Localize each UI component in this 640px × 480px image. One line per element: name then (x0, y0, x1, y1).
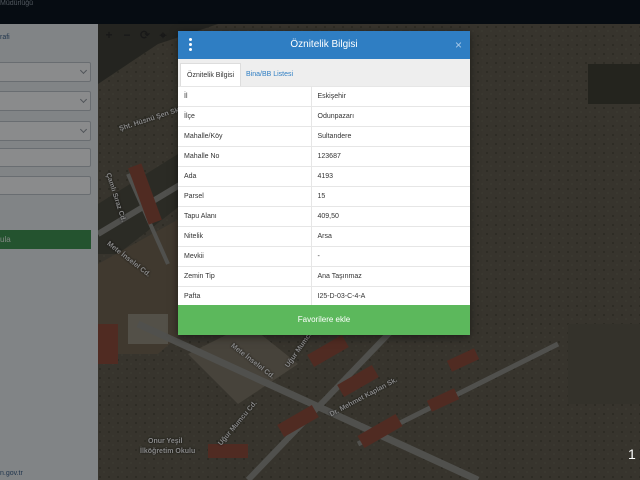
attribute-key: Pafta (178, 286, 312, 307)
add-favorite-button[interactable]: Favorilere ekle (178, 305, 470, 335)
table-row: Mevkii - (178, 246, 470, 267)
attribute-key: Mahalle/Köy (178, 126, 312, 147)
table-row: Mahalle No 123687 (178, 146, 470, 167)
table-row: Ada 4193 (178, 166, 470, 187)
table-row: Tapu Alanı 409,50 (178, 206, 470, 227)
dialog-tabs: Öznitelik Bilgisi Bina/BB Listesi (178, 59, 470, 87)
attribute-value: Arsa (311, 226, 470, 247)
attribute-value: Eskişehir (311, 86, 470, 107)
table-row: Mahalle/Köy Sultandere (178, 126, 470, 147)
attribute-value: Odunpazarı (311, 106, 470, 127)
attribute-key: İlçe (178, 106, 312, 127)
table-row: Nitelik Arsa (178, 226, 470, 247)
table-row: Zemin Tip Ana Taşınmaz (178, 266, 470, 287)
attribute-info-dialog: Öznitelik Bilgisi × Öznitelik Bilgisi Bi… (178, 31, 470, 335)
attribute-value: 123687 (311, 146, 470, 167)
attribute-key: İl (178, 86, 312, 107)
dialog-title: Öznitelik Bilgisi (290, 39, 358, 50)
dialog-header: Öznitelik Bilgisi × (178, 31, 470, 59)
table-row: Pafta I25-D-03-C-4-A (178, 286, 470, 307)
table-row: İlçe Odunpazarı (178, 106, 470, 127)
attribute-key: Tapu Alanı (178, 206, 312, 227)
tab-attribute-info[interactable]: Öznitelik Bilgisi (180, 63, 242, 87)
attribute-value: 4193 (311, 166, 470, 187)
attribute-value: I25-D-03-C-4-A (311, 286, 470, 307)
attribute-key: Ada (178, 166, 312, 187)
tab-building-list[interactable]: Bina/BB Listesi (240, 63, 299, 87)
close-icon[interactable]: × (455, 31, 462, 59)
attribute-value: Ana Taşınmaz (311, 266, 470, 287)
attribute-value: Sultandere (311, 126, 470, 147)
attribute-value: - (311, 246, 470, 267)
attribute-key: Mahalle No (178, 146, 312, 167)
attribute-key: Nitelik (178, 226, 312, 247)
attribute-value: 409,50 (311, 206, 470, 227)
attribute-table: İl Eskişehir İlçe Odunpazarı Mahalle/Köy Sult… (178, 86, 470, 307)
attribute-key: Parsel (178, 186, 312, 207)
attribute-value: 15 (311, 186, 470, 207)
table-row: İl Eskişehir (178, 86, 470, 107)
page-number: 1 (628, 446, 636, 462)
attribute-key: Zemin Tip (178, 266, 312, 287)
attribute-key: Mevkii (178, 246, 312, 267)
table-row: Parsel 15 (178, 186, 470, 207)
